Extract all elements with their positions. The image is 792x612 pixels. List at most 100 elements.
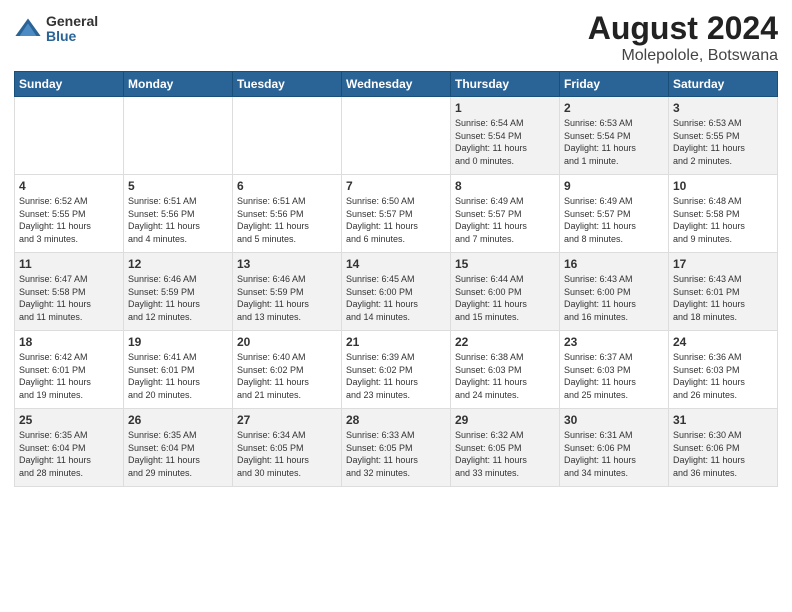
day-number: 20 bbox=[237, 335, 337, 349]
cell-0-3 bbox=[342, 97, 451, 175]
day-number: 18 bbox=[19, 335, 119, 349]
day-info: Sunrise: 6:41 AM Sunset: 6:01 PM Dayligh… bbox=[128, 351, 228, 401]
day-info: Sunrise: 6:39 AM Sunset: 6:02 PM Dayligh… bbox=[346, 351, 446, 401]
cell-2-5: 16 Sunrise: 6:43 AM Sunset: 6:00 PM Dayli… bbox=[560, 253, 669, 331]
day-info: Sunrise: 6:46 AM Sunset: 5:59 PM Dayligh… bbox=[128, 273, 228, 323]
day-number: 19 bbox=[128, 335, 228, 349]
day-number: 25 bbox=[19, 413, 119, 427]
cell-2-1: 12Sunrise: 6:46 AM Sunset: 5:59 PM Dayli… bbox=[124, 253, 233, 331]
day-number: 6 bbox=[237, 179, 337, 193]
day-number: 24 bbox=[673, 335, 773, 349]
cell-2-2: 13 Sunrise: 6:46 AM Sunset: 5:59 PM Dayli… bbox=[233, 253, 342, 331]
logo-blue: Blue bbox=[46, 29, 98, 44]
day-info: Sunrise: 6:47 AM Sunset: 5:58 PM Dayligh… bbox=[19, 273, 119, 323]
day-number: 31 bbox=[673, 413, 773, 427]
cell-3-3: 21 Sunrise: 6:39 AM Sunset: 6:02 PM Dayli… bbox=[342, 331, 451, 409]
cell-2-4: 15Sunrise: 6:44 AM Sunset: 6:00 PM Dayli… bbox=[451, 253, 560, 331]
week-row-2: 11 Sunrise: 6:47 AM Sunset: 5:58 PM Dayli… bbox=[15, 253, 778, 331]
cell-1-5: 9 Sunrise: 6:49 AM Sunset: 5:57 PM Daylig… bbox=[560, 175, 669, 253]
cell-3-5: 23 Sunrise: 6:37 AM Sunset: 6:03 PM Dayli… bbox=[560, 331, 669, 409]
cell-4-0: 25 Sunrise: 6:35 AM Sunset: 6:04 PM Dayli… bbox=[15, 409, 124, 487]
day-info: Sunrise: 6:42 AM Sunset: 6:01 PM Dayligh… bbox=[19, 351, 119, 401]
page-container: General Blue August 2024 Molepolole, Bot… bbox=[0, 0, 792, 497]
cell-2-0: 11 Sunrise: 6:47 AM Sunset: 5:58 PM Dayli… bbox=[15, 253, 124, 331]
day-number: 16 bbox=[564, 257, 664, 271]
day-info: Sunrise: 6:37 AM Sunset: 6:03 PM Dayligh… bbox=[564, 351, 664, 401]
cell-3-6: 24 Sunrise: 6:36 AM Sunset: 6:03 PM Dayli… bbox=[669, 331, 778, 409]
day-number: 22 bbox=[455, 335, 555, 349]
cell-0-6: 3Sunrise: 6:53 AM Sunset: 5:55 PM Daylig… bbox=[669, 97, 778, 175]
day-info: Sunrise: 6:49 AM Sunset: 5:57 PM Dayligh… bbox=[564, 195, 664, 245]
day-info: Sunrise: 6:40 AM Sunset: 6:02 PM Dayligh… bbox=[237, 351, 337, 401]
header-sunday: Sunday bbox=[15, 72, 124, 97]
day-info: Sunrise: 6:32 AM Sunset: 6:05 PM Dayligh… bbox=[455, 429, 555, 479]
day-number: 30 bbox=[564, 413, 664, 427]
cell-1-2: 6 Sunrise: 6:51 AM Sunset: 5:56 PM Daylig… bbox=[233, 175, 342, 253]
day-info: Sunrise: 6:43 AM Sunset: 6:01 PM Dayligh… bbox=[673, 273, 773, 323]
day-number: 27 bbox=[237, 413, 337, 427]
day-number: 17 bbox=[673, 257, 773, 271]
week-row-4: 25 Sunrise: 6:35 AM Sunset: 6:04 PM Dayli… bbox=[15, 409, 778, 487]
cell-2-3: 14 Sunrise: 6:45 AM Sunset: 6:00 PM Dayli… bbox=[342, 253, 451, 331]
day-number: 2 bbox=[564, 101, 664, 115]
cell-1-6: 10Sunrise: 6:48 AM Sunset: 5:58 PM Dayli… bbox=[669, 175, 778, 253]
cell-1-1: 5Sunrise: 6:51 AM Sunset: 5:56 PM Daylig… bbox=[124, 175, 233, 253]
day-info: Sunrise: 6:31 AM Sunset: 6:06 PM Dayligh… bbox=[564, 429, 664, 479]
calendar-table: Sunday Monday Tuesday Wednesday Thursday… bbox=[14, 71, 778, 487]
day-info: Sunrise: 6:36 AM Sunset: 6:03 PM Dayligh… bbox=[673, 351, 773, 401]
week-row-1: 4 Sunrise: 6:52 AM Sunset: 5:55 PM Daylig… bbox=[15, 175, 778, 253]
day-info: Sunrise: 6:51 AM Sunset: 5:56 PM Dayligh… bbox=[237, 195, 337, 245]
cell-4-5: 30 Sunrise: 6:31 AM Sunset: 6:06 PM Dayli… bbox=[560, 409, 669, 487]
subtitle: Molepolole, Botswana bbox=[588, 47, 778, 65]
day-number: 4 bbox=[19, 179, 119, 193]
day-info: Sunrise: 6:34 AM Sunset: 6:05 PM Dayligh… bbox=[237, 429, 337, 479]
cell-2-6: 17 Sunrise: 6:43 AM Sunset: 6:01 PM Dayli… bbox=[669, 253, 778, 331]
title-block: August 2024 Molepolole, Botswana bbox=[588, 10, 778, 65]
day-info: Sunrise: 6:43 AM Sunset: 6:00 PM Dayligh… bbox=[564, 273, 664, 323]
day-number: 11 bbox=[19, 257, 119, 271]
header-row: General Blue August 2024 Molepolole, Bot… bbox=[14, 10, 778, 65]
cell-0-5: 2Sunrise: 6:53 AM Sunset: 5:54 PM Daylig… bbox=[560, 97, 669, 175]
day-info: Sunrise: 6:35 AM Sunset: 6:04 PM Dayligh… bbox=[19, 429, 119, 479]
day-info: Sunrise: 6:49 AM Sunset: 5:57 PM Dayligh… bbox=[455, 195, 555, 245]
day-number: 29 bbox=[455, 413, 555, 427]
day-number: 1 bbox=[455, 101, 555, 115]
header-monday: Monday bbox=[124, 72, 233, 97]
header-thursday: Thursday bbox=[451, 72, 560, 97]
day-number: 9 bbox=[564, 179, 664, 193]
cell-1-0: 4 Sunrise: 6:52 AM Sunset: 5:55 PM Daylig… bbox=[15, 175, 124, 253]
header-row-table: Sunday Monday Tuesday Wednesday Thursday… bbox=[15, 72, 778, 97]
day-info: Sunrise: 6:50 AM Sunset: 5:57 PM Dayligh… bbox=[346, 195, 446, 245]
day-info: Sunrise: 6:52 AM Sunset: 5:55 PM Dayligh… bbox=[19, 195, 119, 245]
cell-4-6: 31 Sunrise: 6:30 AM Sunset: 6:06 PM Dayli… bbox=[669, 409, 778, 487]
day-info: Sunrise: 6:45 AM Sunset: 6:00 PM Dayligh… bbox=[346, 273, 446, 323]
day-number: 13 bbox=[237, 257, 337, 271]
day-info: Sunrise: 6:46 AM Sunset: 5:59 PM Dayligh… bbox=[237, 273, 337, 323]
cell-3-2: 20 Sunrise: 6:40 AM Sunset: 6:02 PM Dayli… bbox=[233, 331, 342, 409]
day-number: 7 bbox=[346, 179, 446, 193]
cell-4-4: 29 Sunrise: 6:32 AM Sunset: 6:05 PM Dayli… bbox=[451, 409, 560, 487]
cell-3-1: 19 Sunrise: 6:41 AM Sunset: 6:01 PM Dayli… bbox=[124, 331, 233, 409]
header-wednesday: Wednesday bbox=[342, 72, 451, 97]
day-info: Sunrise: 6:53 AM Sunset: 5:55 PM Dayligh… bbox=[673, 117, 773, 167]
cell-0-2 bbox=[233, 97, 342, 175]
day-number: 14 bbox=[346, 257, 446, 271]
day-number: 10 bbox=[673, 179, 773, 193]
cell-0-0 bbox=[15, 97, 124, 175]
day-number: 15 bbox=[455, 257, 555, 271]
cell-3-0: 18 Sunrise: 6:42 AM Sunset: 6:01 PM Dayli… bbox=[15, 331, 124, 409]
calendar-body: 1Sunrise: 6:54 AM Sunset: 5:54 PM Daylig… bbox=[15, 97, 778, 487]
cell-4-1: 26Sunrise: 6:35 AM Sunset: 6:04 PM Dayli… bbox=[124, 409, 233, 487]
logo-icon bbox=[14, 15, 42, 43]
cell-4-2: 27 Sunrise: 6:34 AM Sunset: 6:05 PM Dayli… bbox=[233, 409, 342, 487]
day-info: Sunrise: 6:30 AM Sunset: 6:06 PM Dayligh… bbox=[673, 429, 773, 479]
cell-0-4: 1Sunrise: 6:54 AM Sunset: 5:54 PM Daylig… bbox=[451, 97, 560, 175]
header-saturday: Saturday bbox=[669, 72, 778, 97]
day-info: Sunrise: 6:35 AM Sunset: 6:04 PM Dayligh… bbox=[128, 429, 228, 479]
day-number: 8 bbox=[455, 179, 555, 193]
day-number: 23 bbox=[564, 335, 664, 349]
day-number: 21 bbox=[346, 335, 446, 349]
cell-1-3: 7 Sunrise: 6:50 AM Sunset: 5:57 PM Daylig… bbox=[342, 175, 451, 253]
cell-3-4: 22Sunrise: 6:38 AM Sunset: 6:03 PM Dayli… bbox=[451, 331, 560, 409]
day-info: Sunrise: 6:33 AM Sunset: 6:05 PM Dayligh… bbox=[346, 429, 446, 479]
